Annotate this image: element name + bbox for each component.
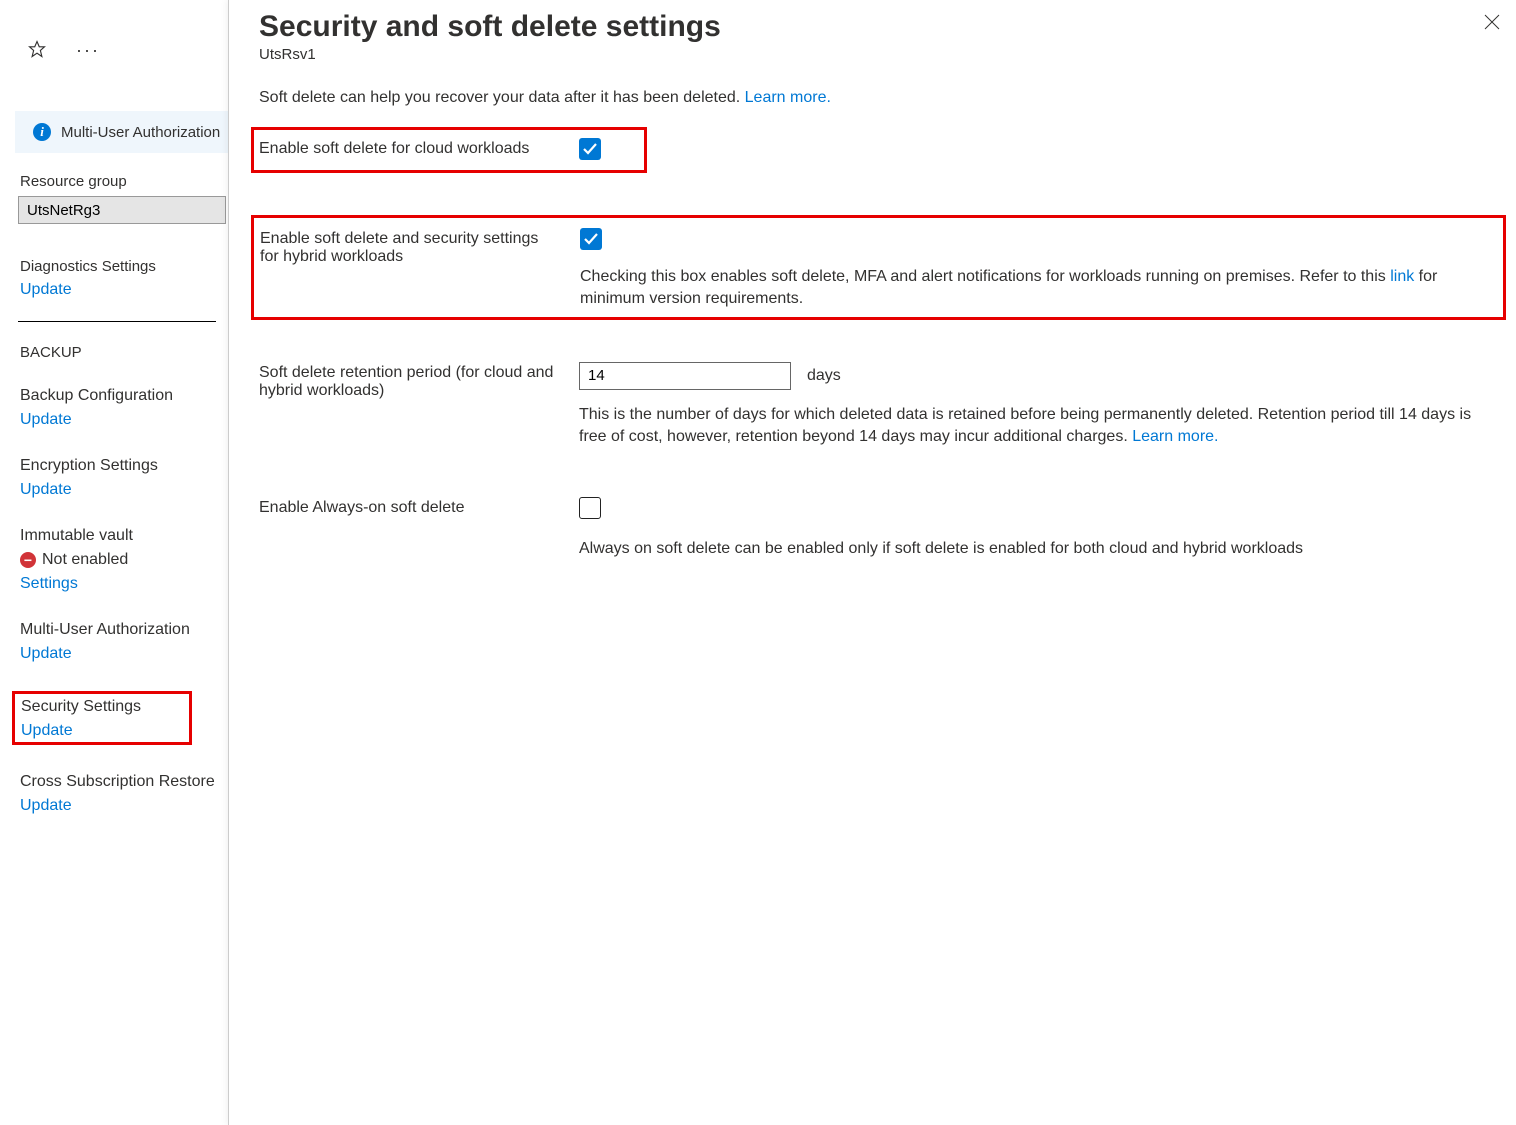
opt2-helper: Checking this box enables soft delete, M… (580, 266, 1495, 311)
resource-group-value (18, 196, 226, 224)
immutable-settings-link[interactable]: Settings (20, 575, 228, 593)
encryption-update-link[interactable]: Update (20, 481, 228, 499)
security-update-link[interactable]: Update (21, 722, 183, 740)
opt2-link[interactable]: link (1390, 268, 1414, 285)
banner-text: Multi-User Authorization (61, 124, 220, 141)
sidebar-item-cross-sub: Cross Subscription Restore Update (20, 773, 228, 815)
security-label: Security Settings (21, 698, 183, 716)
diagnostics-update-link[interactable]: Update (20, 281, 228, 299)
not-enabled-icon: − (20, 552, 36, 568)
cross-sub-update-link[interactable]: Update (20, 797, 228, 815)
sidebar-item-encryption: Encryption Settings Update (20, 457, 228, 499)
sidebar-item-backup-config: Backup Configuration Update (20, 387, 228, 429)
intro-text: Soft delete can help you recover your da… (259, 89, 1498, 107)
diagnostics-label: Diagnostics Settings (20, 258, 228, 275)
retention-helper: This is the number of days for which del… (579, 404, 1498, 449)
retention-learn-more-link[interactable]: Learn more. (1132, 428, 1218, 445)
more-actions-icon[interactable]: ··· (76, 40, 100, 61)
mua-update-link[interactable]: Update (20, 645, 228, 663)
settings-panel: Security and soft delete settings UtsRsv… (228, 0, 1516, 1125)
sidebar: ··· i Multi-User Authorization Resource … (0, 0, 228, 1125)
resource-group-label: Resource group (20, 173, 228, 190)
sidebar-item-mua: Multi-User Authorization Update (20, 621, 228, 663)
favorite-star-icon[interactable] (28, 40, 46, 61)
opt1-checkbox[interactable] (579, 138, 601, 160)
backup-header: BACKUP (20, 344, 228, 361)
immutable-label: Immutable vault (20, 527, 228, 545)
retention-row: Soft delete retention period (for cloud … (259, 362, 1498, 449)
mua-label: Multi-User Authorization (20, 621, 228, 639)
highlight-cloud-soft-delete: Enable soft delete for cloud workloads (251, 127, 647, 173)
cross-sub-label: Cross Subscription Restore (20, 773, 228, 791)
retention-input[interactable] (579, 362, 791, 390)
panel-title: Security and soft delete settings (259, 10, 1498, 44)
encryption-label: Encryption Settings (20, 457, 228, 475)
backup-config-label: Backup Configuration (20, 387, 228, 405)
section-divider (18, 321, 216, 322)
always-on-helper: Always on soft delete can be enabled onl… (579, 538, 1498, 560)
opt1-label: Enable soft delete for cloud workloads (259, 138, 559, 162)
close-icon[interactable] (1484, 14, 1500, 35)
info-icon: i (33, 123, 51, 141)
always-on-checkbox[interactable] (579, 497, 601, 519)
immutable-status: Not enabled (42, 551, 128, 569)
intro-learn-more-link[interactable]: Learn more. (745, 89, 831, 106)
always-on-row: Enable Always-on soft delete Always on s… (259, 497, 1498, 560)
always-on-label: Enable Always-on soft delete (259, 497, 559, 560)
highlight-hybrid-soft-delete: Enable soft delete and security settings… (251, 215, 1506, 320)
sidebar-item-immutable: Immutable vault − Not enabled Settings (20, 527, 228, 593)
panel-subtitle: UtsRsv1 (259, 46, 1498, 63)
mua-info-banner[interactable]: i Multi-User Authorization (15, 111, 228, 153)
opt2-checkbox[interactable] (580, 228, 602, 250)
highlight-security-settings: Security Settings Update (12, 691, 192, 745)
retention-unit: days (807, 367, 841, 385)
backup-config-update-link[interactable]: Update (20, 411, 228, 429)
retention-label: Soft delete retention period (for cloud … (259, 362, 559, 449)
opt2-label: Enable soft delete and security settings… (260, 228, 560, 311)
